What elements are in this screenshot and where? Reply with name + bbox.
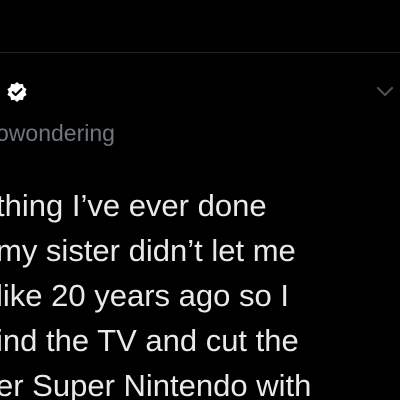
top-bar	[0, 0, 400, 52]
tweet-text-line: thing I’ve ever done	[0, 188, 267, 223]
tweet-viewport: owondering thing I’ve ever done my siste…	[0, 0, 400, 400]
tweet-text-line: my sister didn’t let me	[0, 233, 296, 268]
tweet-text-line: er Super Nintendo with	[0, 368, 312, 400]
user-handle[interactable]: owondering	[0, 118, 115, 148]
tweet-text-line: ind the TV and cut the	[0, 323, 299, 358]
chevron-down-icon[interactable]	[372, 80, 398, 102]
header-divider	[0, 52, 400, 53]
verified-badge-icon	[7, 82, 27, 102]
tweet-text-line: like 20 years ago so I	[0, 278, 289, 313]
tweet-text: thing I’ve ever done my sister didn’t le…	[0, 183, 400, 400]
